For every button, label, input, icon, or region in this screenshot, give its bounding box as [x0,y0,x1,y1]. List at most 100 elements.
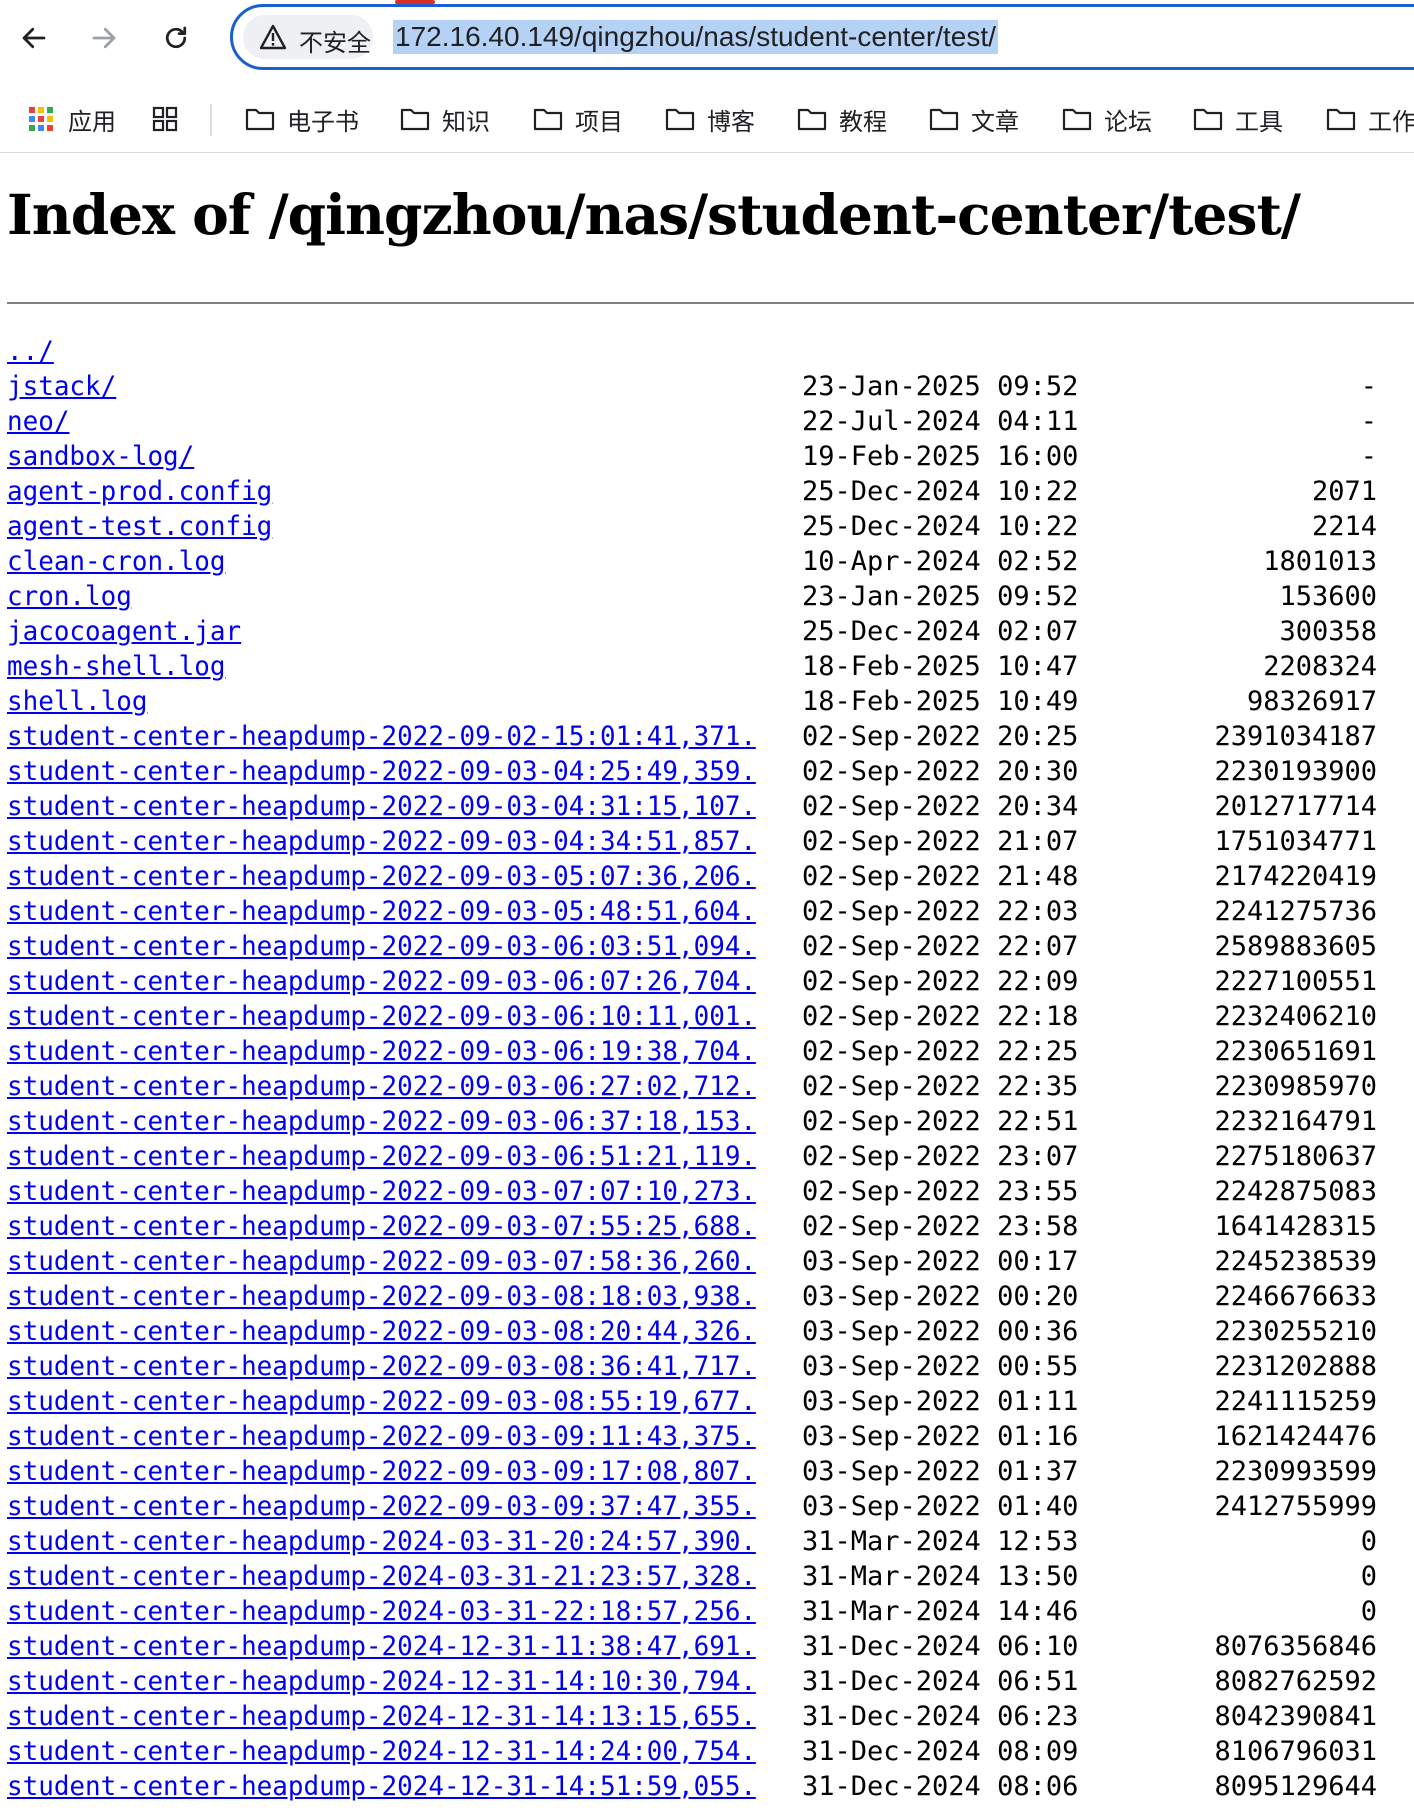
page-title: Index of /qingzhou/nas/student-center/te… [7,182,1301,247]
file-link[interactable]: agent-prod.config [7,474,756,509]
file-link[interactable]: student-center-heapdump-2022-09-03-04:31… [7,789,756,824]
file-link[interactable]: student-center-heapdump-2022-09-03-08:18… [7,1279,756,1314]
security-indicator[interactable]: 不安全 [243,15,373,59]
modified-date: 02-Sep-2022 22:03 [802,896,1079,927]
modified-date: 02-Sep-2022 22:35 [802,1071,1079,1102]
bookmark-folder[interactable]: 博客 [665,102,755,136]
file-link[interactable]: clean-cron.log [7,544,756,579]
file-link[interactable]: ../ [7,334,756,369]
file-link[interactable]: student-center-heapdump-2022-09-03-09:37… [7,1489,756,1524]
file-link[interactable]: student-center-heapdump-2022-09-03-06:19… [7,1034,756,1069]
grid-icon [152,106,178,132]
listing-row: student-center-heapdump-2024-03-31-20:24… [7,1524,1407,1559]
url-text[interactable]: 172.16.40.149/qingzhou/nas/student-cente… [393,20,998,54]
back-button[interactable] [10,14,58,62]
listing-row: student-center-heapdump-2022-09-03-06:10… [7,999,1407,1034]
file-link[interactable]: student-center-heapdump-2022-09-03-04:25… [7,754,756,789]
file-size: - [1360,406,1377,437]
listing-row: student-center-heapdump-2022-09-03-05:07… [7,859,1407,894]
listing-row: sandbox-log/19-Feb-2025 16:00 - [7,439,1407,474]
folder-icon [929,108,959,131]
file-link[interactable]: student-center-heapdump-2024-12-31-14:24… [7,1734,756,1769]
bookmark-label: 工具 [1235,107,1283,136]
file-link[interactable]: student-center-heapdump-2022-09-03-06:07… [7,964,756,999]
listing-row: shell.log 18-Feb-2025 10:49 98326917 [7,684,1407,719]
file-link[interactable]: student-center-heapdump-2022-09-03-05:48… [7,894,756,929]
folder-icon [797,108,827,131]
file-link[interactable]: student-center-heapdump-2024-12-31-14:10… [7,1664,756,1699]
file-link[interactable]: student-center-heapdump-2022-09-03-07:07… [7,1174,756,1209]
listing-row: student-center-heapdump-2022-09-03-08:36… [7,1349,1407,1384]
bookmark-folder[interactable]: 电子书 [245,102,359,136]
listing-row: student-center-heapdump-2022-09-03-08:18… [7,1279,1407,1314]
file-link[interactable]: student-center-heapdump-2022-09-03-06:03… [7,929,756,964]
file-link[interactable]: student-center-heapdump-2022-09-03-04:34… [7,824,756,859]
modified-date: 02-Sep-2022 20:25 [802,721,1079,752]
file-size: 153600 [1279,581,1377,612]
folder-icon [1193,108,1223,131]
modified-date: 31-Mar-2024 12:53 [802,1526,1079,1557]
file-link[interactable]: student-center-heapdump-2022-09-03-08:36… [7,1349,756,1384]
bookmark-label: 电子书 [287,107,359,136]
file-size: 1801013 [1263,546,1377,577]
listing-row: student-center-heapdump-2022-09-03-09:11… [7,1419,1407,1454]
file-link[interactable]: student-center-heapdump-2022-09-03-09:17… [7,1454,756,1489]
bookmark-folder[interactable]: 论坛 [1062,102,1152,136]
file-link[interactable]: student-center-heapdump-2024-03-31-22:18… [7,1594,756,1629]
bookmark-apps[interactable]: 应用 [26,102,116,136]
reload-button[interactable] [152,14,200,62]
listing-row: student-center-heapdump-2022-09-03-04:25… [7,754,1407,789]
bookmark-folder[interactable]: 知识 [400,102,490,136]
modified-date: 31-Dec-2024 06:51 [802,1666,1079,1697]
modified-date: 23-Jan-2025 09:52 [802,371,1079,402]
file-link[interactable]: sandbox-log/ [7,439,756,474]
file-link[interactable]: student-center-heapdump-2022-09-02-15:01… [7,719,756,754]
forward-button[interactable] [80,14,128,62]
file-link[interactable]: jstack/ [7,369,756,404]
file-link[interactable]: student-center-heapdump-2022-09-03-07:58… [7,1244,756,1279]
file-link[interactable]: neo/ [7,404,756,439]
file-link[interactable]: student-center-heapdump-2022-09-03-06:37… [7,1104,756,1139]
bookmark-folder[interactable]: 文章 [929,102,1019,136]
file-link[interactable]: student-center-heapdump-2024-12-31-14:13… [7,1699,756,1734]
file-link[interactable]: student-center-heapdump-2024-12-31-14:51… [7,1769,756,1804]
file-link[interactable]: shell.log [7,684,756,719]
file-link[interactable]: student-center-heapdump-2022-09-03-07:55… [7,1209,756,1244]
bookmark-folder[interactable]: 工具 [1193,102,1283,136]
file-size: 2245238539 [1214,1246,1377,1277]
file-link[interactable]: student-center-heapdump-2024-03-31-21:23… [7,1559,756,1594]
modified-date: 03-Sep-2022 00:17 [802,1246,1079,1277]
back-arrow-icon [22,27,46,49]
file-size: 2227100551 [1214,966,1377,997]
file-link[interactable]: student-center-heapdump-2022-09-03-05:07… [7,859,756,894]
file-link[interactable]: agent-test.config [7,509,756,544]
file-link[interactable]: student-center-heapdump-2022-09-03-06:51… [7,1139,756,1174]
modified-date: 02-Sep-2022 23:58 [802,1211,1079,1242]
bookmark-folder[interactable]: 项目 [533,102,623,136]
file-link[interactable]: mesh-shell.log [7,649,756,684]
file-link[interactable]: student-center-heapdump-2022-09-03-08:55… [7,1384,756,1419]
listing-row: student-center-heapdump-2024-12-31-14:51… [7,1769,1407,1804]
bookmark-label: 教程 [839,107,887,136]
file-size: 1641428315 [1214,1211,1377,1242]
folder-icon [533,108,563,131]
file-link[interactable]: student-center-heapdump-2024-12-31-11:38… [7,1629,756,1664]
file-link[interactable]: cron.log [7,579,756,614]
file-link[interactable]: student-center-heapdump-2022-09-03-06:27… [7,1069,756,1104]
file-size: 2230651691 [1214,1036,1377,1067]
folder-icon [245,108,275,131]
listing-row: student-center-heapdump-2022-09-03-04:31… [7,789,1407,824]
bookmark-divider [210,104,212,136]
bookmark-folder[interactable]: 教程 [797,102,887,136]
address-bar[interactable]: 不安全 172.16.40.149/qingzhou/nas/student-c… [230,4,1414,70]
tab-groups-button[interactable] [150,102,192,136]
file-link[interactable]: student-center-heapdump-2022-09-03-09:11… [7,1419,756,1454]
bookmark-folder[interactable]: 工作 [1326,102,1414,136]
listing-row: student-center-heapdump-2022-09-03-07:55… [7,1209,1407,1244]
modified-date: 31-Mar-2024 13:50 [802,1561,1079,1592]
file-link[interactable]: student-center-heapdump-2022-09-03-08:20… [7,1314,756,1349]
file-link[interactable]: student-center-heapdump-2024-03-31-20:24… [7,1524,756,1559]
file-size: 300358 [1279,616,1377,647]
file-link[interactable]: jacocoagent.jar [7,614,756,649]
file-link[interactable]: student-center-heapdump-2022-09-03-06:10… [7,999,756,1034]
